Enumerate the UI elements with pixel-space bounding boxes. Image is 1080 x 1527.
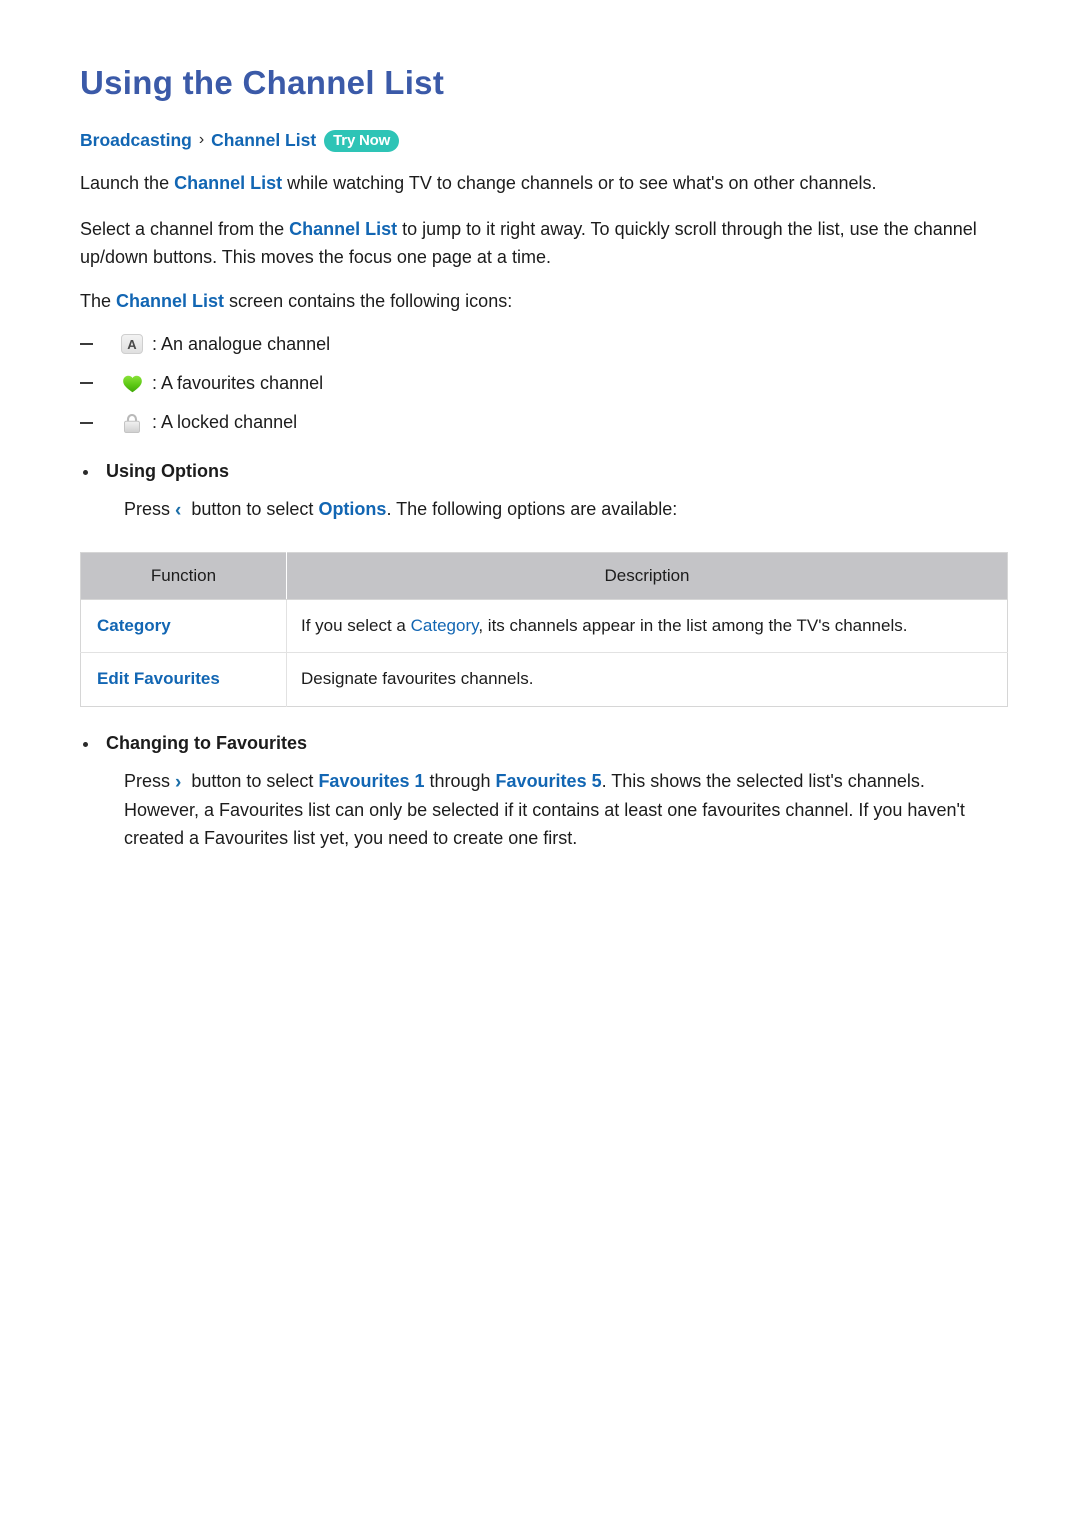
intro-paragraph-1: Launch the Channel List while watching T… <box>80 170 1004 198</box>
table-header-function: Function <box>80 552 287 600</box>
favourites-heart-icon <box>120 371 144 395</box>
desc-keyword: Category <box>410 615 479 635</box>
analogue-channel-icon-glyph: A <box>121 334 143 355</box>
icon-legend-label: : An analogue channel <box>152 333 331 354</box>
icon-legend-label: : A favourites channel <box>152 372 324 393</box>
cf-keyword-2: Favourites 5 <box>495 770 602 791</box>
bullet-dot-icon <box>83 470 88 476</box>
intro-p1-part-a: Launch the <box>80 173 175 193</box>
table-cell-description: If you select a Category, its channels a… <box>286 599 1008 654</box>
using-options-part-a: button to select <box>186 499 319 520</box>
breadcrumb-separator-icon: › <box>198 131 205 149</box>
section-heading-changing-favourites: Changing to Favourites <box>80 733 1004 754</box>
chevron-right-icon: › <box>175 771 182 793</box>
intro-paragraph-2: Select a channel from the Channel List t… <box>80 216 1004 272</box>
press-label: Press <box>124 770 171 791</box>
table-row: Edit Favourites Designate favourites cha… <box>80 652 1008 707</box>
table-row: Category If you select a Category, its c… <box>80 599 1008 654</box>
page-title: Using the Channel List <box>80 64 445 101</box>
using-options-keyword: Options <box>318 499 387 520</box>
intro-p2-keyword: Channel List <box>289 218 398 239</box>
table-cell-description: Designate favourites channels. <box>287 653 1008 707</box>
dash-bullet-icon <box>80 343 93 346</box>
press-label: Press <box>124 499 171 520</box>
desc-part-b: , its channels appear in the list among … <box>478 615 908 635</box>
intro-p3-part-b: screen contains the following icons: <box>224 290 513 311</box>
cf-part-mid: through <box>424 770 496 791</box>
list-item: : A locked channel <box>80 410 1004 435</box>
table-cell-function[interactable]: Edit Favourites <box>80 652 287 707</box>
options-table: Function Description Category If you sel… <box>80 551 1008 707</box>
intro-p1-part-b: while watching TV to change channels or … <box>282 173 877 193</box>
table-cell-function[interactable]: Category <box>80 599 287 654</box>
locked-channel-icon <box>120 411 144 435</box>
intro-p3-part-a: The <box>80 290 117 311</box>
chevron-left-icon: ‹ <box>175 500 182 522</box>
document-page: Using the Channel List Broadcasting › Ch… <box>0 0 1080 1527</box>
intro-paragraph-3: The Channel List screen contains the fol… <box>80 288 1004 316</box>
using-options-instruction: Press ‹ button to select Options. The fol… <box>124 496 1004 525</box>
list-item: A : An analogue channel <box>80 332 1004 357</box>
breadcrumb-leaf[interactable]: Channel List <box>211 129 316 152</box>
icon-legend-label: : A locked channel <box>152 411 298 432</box>
section-heading-label: Using Options <box>106 461 229 482</box>
dash-bullet-icon <box>80 382 93 385</box>
analogue-channel-icon: A <box>120 332 144 356</box>
table-header-description: Description <box>286 552 1008 600</box>
breadcrumb-root[interactable]: Broadcasting <box>80 129 192 152</box>
list-item: : A favourites channel <box>80 371 1004 396</box>
table-header-row: Function Description <box>80 552 1008 600</box>
changing-favourites-instruction: Press › button to select Favourites 1 thr… <box>124 768 1004 853</box>
desc-part-a: Designate favourites channels. <box>301 669 534 689</box>
using-options-part-b: . The following options are available: <box>386 499 678 520</box>
dash-bullet-icon <box>80 421 93 424</box>
intro-p1-keyword: Channel List <box>174 173 283 193</box>
cf-part-a: button to select <box>186 770 319 791</box>
intro-p3-keyword: Channel List <box>116 290 225 311</box>
desc-part-a: If you select a <box>301 615 411 635</box>
section-heading-label: Changing to Favourites <box>106 732 308 753</box>
icon-legend-list: A : An analogue channel : A favourites c… <box>80 332 1004 436</box>
try-now-badge[interactable]: Try Now <box>324 129 400 152</box>
section-heading-using-options: Using Options <box>80 461 1004 482</box>
cf-keyword-1: Favourites 1 <box>318 770 425 791</box>
breadcrumb: Broadcasting › Channel List Try Now <box>80 129 1004 152</box>
intro-p2-part-a: Select a channel from the <box>80 218 290 239</box>
bullet-dot-icon <box>83 741 88 747</box>
